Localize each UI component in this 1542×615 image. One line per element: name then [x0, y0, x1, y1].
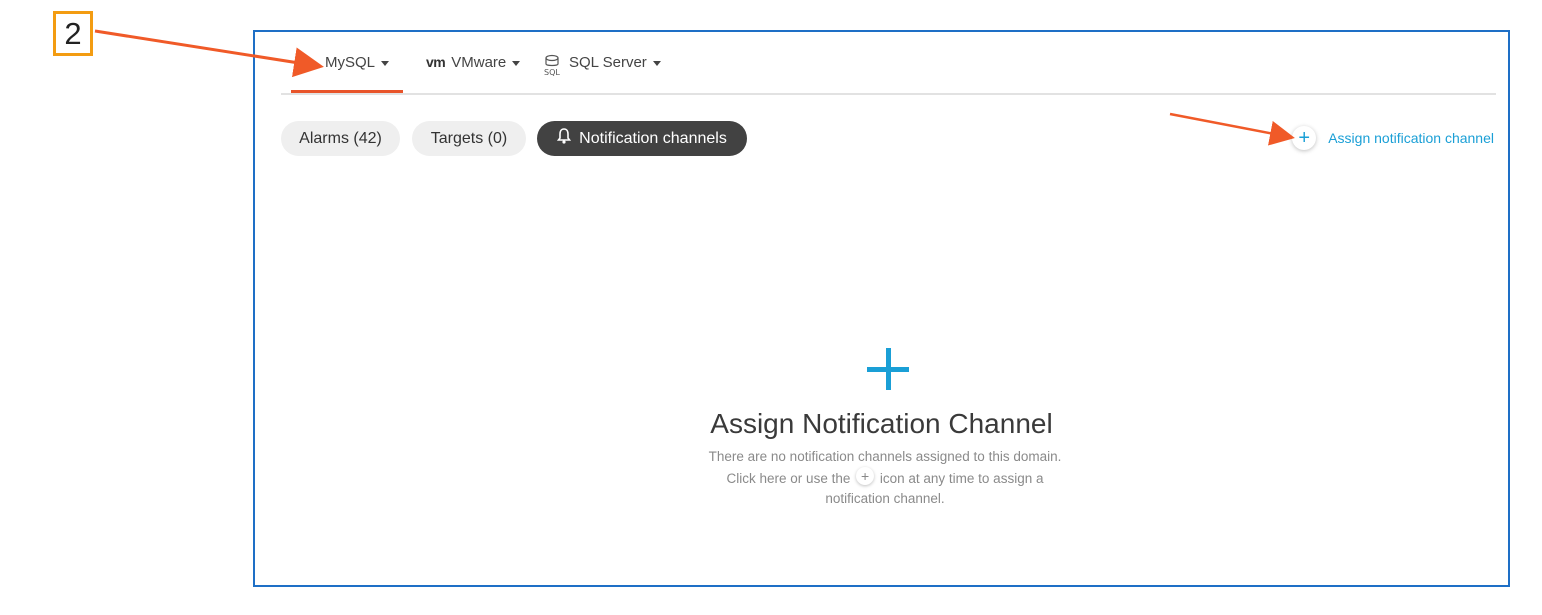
empty-state-title: Assign Notification Channel	[710, 408, 1053, 439]
chevron-down-icon	[381, 61, 390, 66]
assign-link-label: Assign notification channel	[1328, 130, 1494, 146]
chevron-down-icon	[512, 61, 521, 66]
large-plus-icon[interactable]	[867, 348, 909, 390]
alarms-pill[interactable]: Alarms (42)	[281, 121, 400, 156]
chevron-down-icon	[652, 61, 661, 66]
empty-state-description: There are no notification channels assig…	[675, 447, 1095, 509]
assign-notification-channel-link[interactable]: + Assign notification channel	[1292, 126, 1494, 150]
targets-pill[interactable]: Targets (0)	[412, 121, 526, 156]
screenshot-frame: MySQL vm VMware SQL SQL Server Alarms (4…	[253, 30, 1510, 587]
notification-channels-pill[interactable]: Notification channels	[537, 121, 747, 156]
tab-label: VMware	[451, 54, 507, 71]
pill-label: Targets (0)	[430, 129, 508, 147]
sql-database-icon: SQL	[543, 54, 563, 80]
domain-tab-bar: MySQL vm VMware SQL SQL Server	[281, 32, 1496, 95]
empty-state-line-2-start: Click here or use the	[726, 471, 851, 486]
mysql-dolphin-icon	[293, 54, 319, 76]
pill-label: Notification channels	[579, 129, 727, 147]
tab-mysql[interactable]: MySQL	[291, 54, 403, 93]
tab-sql-server[interactable]: SQL SQL Server	[543, 54, 661, 92]
pill-label: Alarms (42)	[299, 129, 382, 147]
empty-state-line-2: Click here or use the + icon at any time…	[675, 467, 1095, 489]
tab-label: SQL Server	[569, 54, 647, 71]
empty-state-line-2-end: icon at any time to assign a	[879, 471, 1044, 486]
vmware-logo-icon: vm	[426, 54, 446, 70]
tab-label: MySQL	[325, 54, 376, 71]
step-callout-badge: 2	[53, 11, 93, 56]
inline-plus-icon: +	[856, 467, 875, 485]
svg-text:SQL: SQL	[544, 68, 560, 76]
step-number: 2	[64, 15, 82, 51]
tab-vmware[interactable]: vm VMware	[426, 54, 521, 92]
empty-state-line-1: There are no notification channels assig…	[708, 449, 1062, 464]
bell-icon	[557, 128, 572, 149]
plus-icon[interactable]: +	[1292, 126, 1317, 150]
empty-state-line-3: notification channel.	[825, 491, 945, 506]
